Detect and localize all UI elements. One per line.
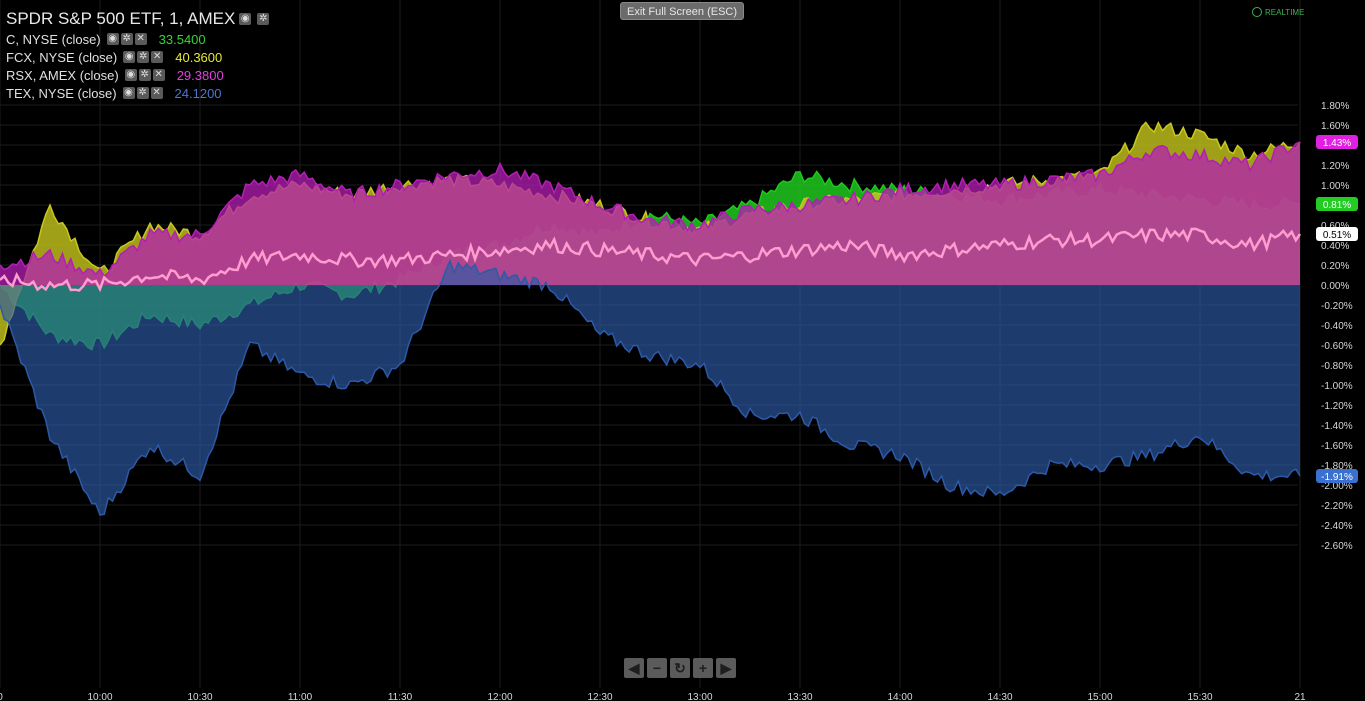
last-value-label: 0.51% bbox=[1323, 230, 1351, 241]
legend-series-value: 40.3600 bbox=[175, 49, 223, 65]
close-icon[interactable]: ✕ bbox=[150, 87, 163, 99]
realtime-indicator: REALTIME bbox=[1252, 7, 1304, 17]
exit-fullscreen-button[interactable]: Exit Full Screen (ESC) bbox=[620, 2, 744, 20]
x-tick-label: 21 bbox=[1294, 692, 1306, 701]
eye-icon[interactable]: ◉ bbox=[124, 69, 137, 81]
legend-series-value: 24.1200 bbox=[174, 85, 222, 101]
eye-icon[interactable]: ◉ bbox=[123, 51, 136, 63]
x-tick-label: 11:30 bbox=[388, 692, 413, 701]
x-tick-label: 14:00 bbox=[887, 692, 912, 701]
legend-series-name: TEX, NYSE (close) bbox=[6, 85, 117, 101]
y-tick-label: -1.60% bbox=[1321, 441, 1353, 452]
zoom-in-button[interactable]: + bbox=[693, 658, 713, 678]
x-tick-label: 11:00 bbox=[288, 692, 313, 701]
eye-icon[interactable]: ◉ bbox=[106, 33, 119, 45]
y-tick-label: -0.20% bbox=[1321, 301, 1353, 312]
y-tick-label: -0.80% bbox=[1321, 361, 1353, 372]
y-tick-label: 1.00% bbox=[1321, 181, 1349, 192]
y-tick-label: 1.20% bbox=[1321, 161, 1349, 172]
x-tick-label: 10:00 bbox=[87, 692, 112, 701]
y-tick-label: -1.40% bbox=[1321, 421, 1353, 432]
eye-icon[interactable]: ◉ bbox=[122, 87, 135, 99]
gear-icon[interactable]: ✲ bbox=[137, 51, 150, 63]
chart-title: SPDR S&P 500 ETF, 1, AMEX bbox=[6, 9, 236, 28]
legend-series-name: RSX, AMEX (close) bbox=[6, 67, 119, 83]
legend-main: SPDR S&P 500 ETF, 1, AMEX ◉ ✲ bbox=[6, 8, 271, 30]
y-tick-label: 0.40% bbox=[1321, 241, 1349, 252]
chart-canvas[interactable]: 1.80%1.60%1.40%1.20%1.00%0.80%0.60%0.40%… bbox=[0, 0, 1365, 701]
gear-icon[interactable]: ✲ bbox=[257, 13, 270, 25]
gear-icon[interactable]: ✲ bbox=[138, 69, 151, 81]
x-tick-label: 13:30 bbox=[787, 692, 812, 701]
gear-icon[interactable]: ✲ bbox=[136, 87, 149, 99]
y-tick-label: 0.20% bbox=[1321, 261, 1349, 272]
legend-series-name: C, NYSE (close) bbox=[6, 31, 101, 47]
y-tick-label: -1.20% bbox=[1321, 401, 1353, 412]
reset-button[interactable]: ↻ bbox=[670, 658, 690, 678]
legend-series-value: 29.3800 bbox=[176, 67, 224, 83]
legend-series-name: FCX, NYSE (close) bbox=[6, 49, 118, 65]
x-tick-label: 15:00 bbox=[1087, 692, 1112, 701]
y-tick-label: -0.40% bbox=[1321, 321, 1353, 332]
legend-row-tex: TEX, NYSE (close) ◉ ✲ ✕ 24.1200 bbox=[6, 84, 271, 102]
last-value-label: 1.43% bbox=[1323, 138, 1351, 149]
last-value-label: 0.81% bbox=[1323, 200, 1351, 211]
clock-icon bbox=[1252, 7, 1262, 17]
y-tick-label: 1.60% bbox=[1321, 121, 1349, 132]
legend-series-value: 33.5400 bbox=[158, 31, 206, 47]
legend-row-rsx: RSX, AMEX (close) ◉ ✲ ✕ 29.3800 bbox=[6, 66, 271, 84]
close-icon[interactable]: ✕ bbox=[151, 51, 164, 63]
x-tick-label: 12:30 bbox=[587, 692, 612, 701]
legend-row-c: C, NYSE (close) ◉ ✲ ✕ 33.5400 bbox=[6, 30, 271, 48]
close-icon[interactable]: ✕ bbox=[134, 33, 147, 45]
x-tick-label: 10:30 bbox=[187, 692, 212, 701]
chart-navigation: ◀ − ↻ + ▶ bbox=[624, 658, 736, 678]
y-tick-label: 0.00% bbox=[1321, 281, 1349, 292]
legend-row-fcx: FCX, NYSE (close) ◉ ✲ ✕ 40.3600 bbox=[6, 48, 271, 66]
y-tick-label: -0.60% bbox=[1321, 341, 1353, 352]
legend: SPDR S&P 500 ETF, 1, AMEX ◉ ✲ C, NYSE (c… bbox=[6, 8, 271, 102]
zoom-out-button[interactable]: − bbox=[647, 658, 667, 678]
eye-icon[interactable]: ◉ bbox=[239, 13, 252, 25]
realtime-label: REALTIME bbox=[1265, 7, 1305, 17]
last-value-label: -1.91% bbox=[1321, 472, 1353, 483]
y-tick-label: -1.00% bbox=[1321, 381, 1353, 392]
gear-icon[interactable]: ✲ bbox=[120, 33, 133, 45]
y-tick-label: -2.60% bbox=[1321, 541, 1353, 552]
x-tick-label: 13:00 bbox=[687, 692, 712, 701]
x-tick-label: 0 bbox=[0, 692, 3, 701]
scroll-right-button[interactable]: ▶ bbox=[716, 658, 736, 678]
y-tick-label: 1.80% bbox=[1321, 101, 1349, 112]
y-tick-label: -2.40% bbox=[1321, 521, 1353, 532]
x-tick-label: 12:00 bbox=[487, 692, 512, 701]
scroll-left-button[interactable]: ◀ bbox=[624, 658, 644, 678]
x-tick-label: 14:30 bbox=[987, 692, 1012, 701]
close-icon[interactable]: ✕ bbox=[152, 69, 165, 81]
y-tick-label: -2.20% bbox=[1321, 501, 1353, 512]
x-tick-label: 15:30 bbox=[1187, 692, 1212, 701]
